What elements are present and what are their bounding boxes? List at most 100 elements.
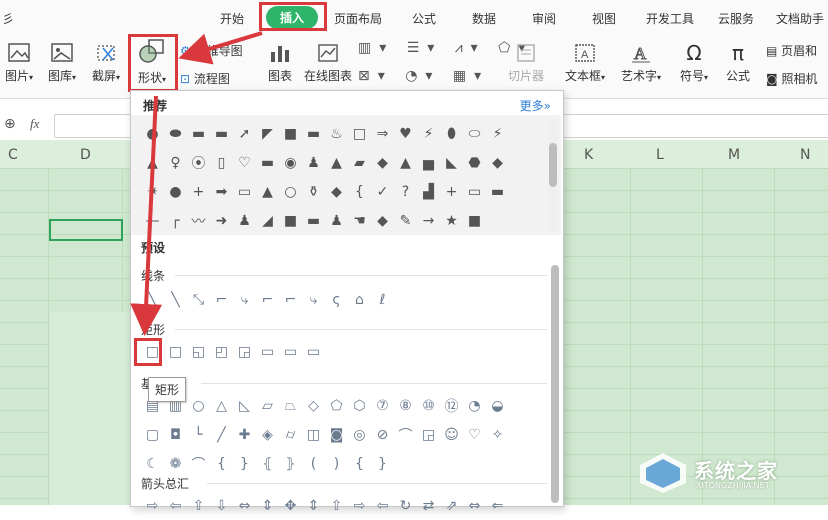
basic-shape[interactable] — [486, 449, 509, 478]
basic-shape[interactable]: ♡ — [463, 420, 486, 449]
basic-shape[interactable]: ☺ — [440, 420, 463, 449]
recommended-shape[interactable]: ▲ — [394, 148, 417, 177]
recommended-shape[interactable]: ♟ — [302, 148, 325, 177]
basic-shape[interactable]: ⑫ — [440, 391, 463, 420]
basic-shape[interactable]: ◘ — [164, 420, 187, 449]
line-shape[interactable]: ⤷ — [233, 285, 256, 314]
arrow-shape[interactable]: ⇦ — [164, 491, 187, 520]
textbox-button[interactable]: A 文本框▾ — [562, 42, 608, 84]
basic-shape[interactable]: ⬡ — [348, 391, 371, 420]
basic-shape[interactable]: ❁ — [164, 449, 187, 478]
tab-developer[interactable]: 开发工具 — [646, 10, 694, 27]
recommended-shape[interactable]: ▬ — [302, 119, 325, 148]
basic-shape[interactable]: ✚ — [233, 420, 256, 449]
recommended-shape[interactable]: ○ — [279, 177, 302, 206]
basic-shape[interactable]: ⌒ — [394, 420, 417, 449]
basic-shape[interactable] — [463, 449, 486, 478]
recommended-shape[interactable]: ⬣ — [463, 148, 486, 177]
rect-shape[interactable]: ▭ — [256, 337, 279, 366]
recommended-shape[interactable]: ➚ — [233, 119, 256, 148]
basic-shape[interactable]: ⦃ — [256, 449, 279, 478]
recommended-shape[interactable]: ? — [394, 177, 417, 206]
tab-page-layout[interactable]: 页面布局 — [334, 10, 382, 27]
chart-type-icons-row2[interactable]: ⊠▾ ◔▾ ▦▾ — [358, 68, 489, 84]
tab-review[interactable]: 审阅 — [532, 10, 556, 27]
rect-shape[interactable]: ◰ — [210, 337, 233, 366]
recommended-shape[interactable]: + — [440, 177, 463, 206]
recommended-shape[interactable]: ▲ — [256, 177, 279, 206]
recommended-shape[interactable]: ✷ — [141, 177, 164, 206]
basic-shape[interactable]: ⊘ — [371, 420, 394, 449]
basic-shape[interactable]: ◫ — [302, 420, 325, 449]
rect-shape[interactable]: ◱ — [187, 337, 210, 366]
picture-button[interactable]: 图片▾ — [0, 42, 38, 84]
preset-scroll-thumb[interactable] — [551, 265, 559, 503]
line-shape[interactable]: ╲ — [164, 285, 187, 314]
basic-shape[interactable]: ⬠ — [325, 391, 348, 420]
recommended-shape[interactable]: ▬ — [256, 148, 279, 177]
recommended-shape[interactable]: ◢ — [256, 206, 279, 235]
recommended-shape[interactable]: ✓ — [371, 177, 394, 206]
recommended-shape[interactable]: ➜ — [210, 206, 233, 235]
fx-label[interactable]: fx — [30, 116, 39, 132]
recommended-shape[interactable]: ⚡ — [417, 119, 440, 148]
recommended-shape[interactable]: ▟ — [417, 177, 440, 206]
recommended-shape[interactable]: ✎ — [394, 206, 417, 235]
tab-formula[interactable]: 公式 — [412, 10, 436, 27]
more-link[interactable]: 更多» — [520, 97, 551, 114]
arrow-shape[interactable]: ⇕ — [256, 491, 279, 520]
arrow-shape[interactable]: ⇧ — [187, 491, 210, 520]
arrow-shape[interactable]: ⇨ — [141, 491, 164, 520]
slicer-button[interactable]: 切片器 — [504, 42, 548, 84]
recommended-shape[interactable]: → — [417, 206, 440, 235]
recommended-shape[interactable]: ▲ — [141, 148, 164, 177]
recommended-shape[interactable]: ┌ — [164, 206, 187, 235]
camera-button[interactable]: ◙ 照相机 — [766, 70, 818, 87]
arrow-shape[interactable]: ⇄ — [417, 491, 440, 520]
tab-home[interactable]: 开始 — [220, 10, 244, 27]
line-shape[interactable]: ╲ — [141, 285, 164, 314]
recommended-shape[interactable]: ♥ — [394, 119, 417, 148]
basic-shape[interactable]: ◲ — [417, 420, 440, 449]
basic-shape[interactable]: } — [233, 449, 256, 478]
recommended-shape[interactable]: ◆ — [371, 206, 394, 235]
basic-shape[interactable] — [417, 449, 440, 478]
basic-shape[interactable]: ☾ — [141, 449, 164, 478]
arrow-shape[interactable]: ✥ — [279, 491, 302, 520]
selected-cell[interactable] — [49, 219, 123, 241]
basic-shape[interactable]: ⦄ — [279, 449, 302, 478]
basic-shape[interactable]: ⌒ — [187, 449, 210, 478]
zoom-search-icon[interactable]: ⊕ — [4, 116, 16, 132]
recommended-shape[interactable] — [486, 206, 509, 235]
recommended-shape[interactable]: ★ — [440, 206, 463, 235]
basic-shape[interactable]: { — [348, 449, 371, 478]
col-header-n[interactable]: N — [800, 147, 810, 163]
basic-shape[interactable] — [394, 449, 417, 478]
recommended-shape[interactable]: — — [141, 206, 164, 235]
recommended-scrollbar[interactable] — [549, 119, 557, 231]
arrow-shape[interactable]: ⇩ — [210, 491, 233, 520]
recommended-shape[interactable]: ⬬ — [164, 119, 187, 148]
recommended-shape[interactable]: ▬ — [302, 206, 325, 235]
recommended-shape[interactable]: ♨ — [325, 119, 348, 148]
recommended-shape[interactable]: ◆ — [325, 177, 348, 206]
recommended-shape[interactable]: ♟ — [325, 206, 348, 235]
basic-shape[interactable]: ⑩ — [417, 391, 440, 420]
basic-shape[interactable]: ◎ — [348, 420, 371, 449]
rect-shape[interactable]: ◲ — [233, 337, 256, 366]
recommended-shape[interactable]: { — [348, 177, 371, 206]
col-header-l[interactable]: L — [656, 147, 664, 163]
rect-shape[interactable]: ▭ — [279, 337, 302, 366]
mindmap-button[interactable]: ⚙ 思维导图 — [180, 42, 243, 59]
recommended-shape[interactable]: ▯ — [210, 148, 233, 177]
recommended-shape[interactable]: ◆ — [371, 148, 394, 177]
recommended-shape[interactable]: ▬ — [210, 119, 233, 148]
online-chart-button[interactable]: 在线图表 — [300, 42, 356, 84]
line-shape[interactable]: ⌂ — [348, 285, 371, 314]
recommended-shape[interactable]: ◉ — [279, 148, 302, 177]
preset-scrollbar[interactable] — [551, 265, 559, 503]
arrow-shape[interactable]: ⇗ — [440, 491, 463, 520]
recommended-shape[interactable]: ▭ — [463, 177, 486, 206]
recommended-shape[interactable]: 〰 — [187, 206, 210, 235]
recommended-shape[interactable]: ➡ — [210, 177, 233, 206]
